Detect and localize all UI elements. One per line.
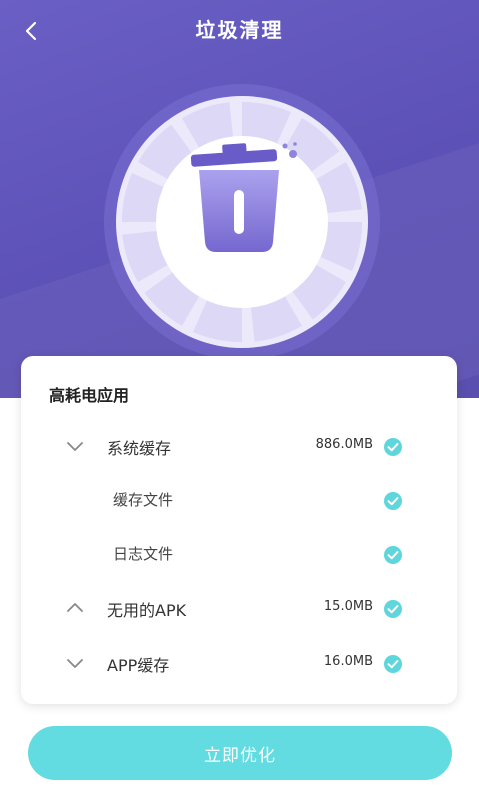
list-item-app-cache[interactable]: APP缓存 16.0MB — [21, 643, 457, 683]
cleaning-wheel-graphic — [104, 84, 380, 360]
list-item-label: 日志文件 — [113, 545, 174, 563]
chevron-up-icon[interactable] — [65, 598, 85, 618]
list-item-label: 缓存文件 — [113, 491, 174, 509]
check-circle-icon[interactable] — [383, 491, 403, 511]
list-item-label: 无用的APK — [107, 601, 187, 620]
optimize-button[interactable]: 立即优化 — [28, 726, 452, 780]
list-item-size: 16.0MB — [323, 654, 373, 669]
check-circle-icon[interactable] — [383, 437, 403, 457]
list-item-size: 886.0MB — [315, 437, 373, 452]
junk-list-card: 高耗电应用 系统缓存 886.0MB 缓存文件 日志文件 无用的APK 15.0… — [21, 356, 457, 704]
check-circle-icon[interactable] — [383, 654, 403, 674]
list-item-system-cache[interactable]: 系统缓存 886.0MB — [21, 426, 457, 466]
list-item-log-files[interactable]: 日志文件 — [21, 534, 457, 574]
check-circle-icon[interactable] — [383, 599, 403, 619]
page-title: 垃圾清理 — [195, 18, 284, 42]
chevron-down-icon[interactable] — [65, 653, 85, 673]
cleaning-wheel — [73, 82, 411, 362]
list-item-cache-files[interactable]: 缓存文件 — [21, 480, 457, 520]
chevron-down-icon[interactable] — [65, 436, 85, 456]
list-item-size: 15.0MB — [323, 599, 373, 614]
list-item-label: 系统缓存 — [107, 439, 172, 458]
check-circle-icon[interactable] — [383, 545, 403, 565]
list-item-label: APP缓存 — [107, 656, 170, 675]
card-title: 高耗电应用 — [49, 386, 130, 405]
list-item-useless-apk[interactable]: 无用的APK 15.0MB — [21, 588, 457, 628]
